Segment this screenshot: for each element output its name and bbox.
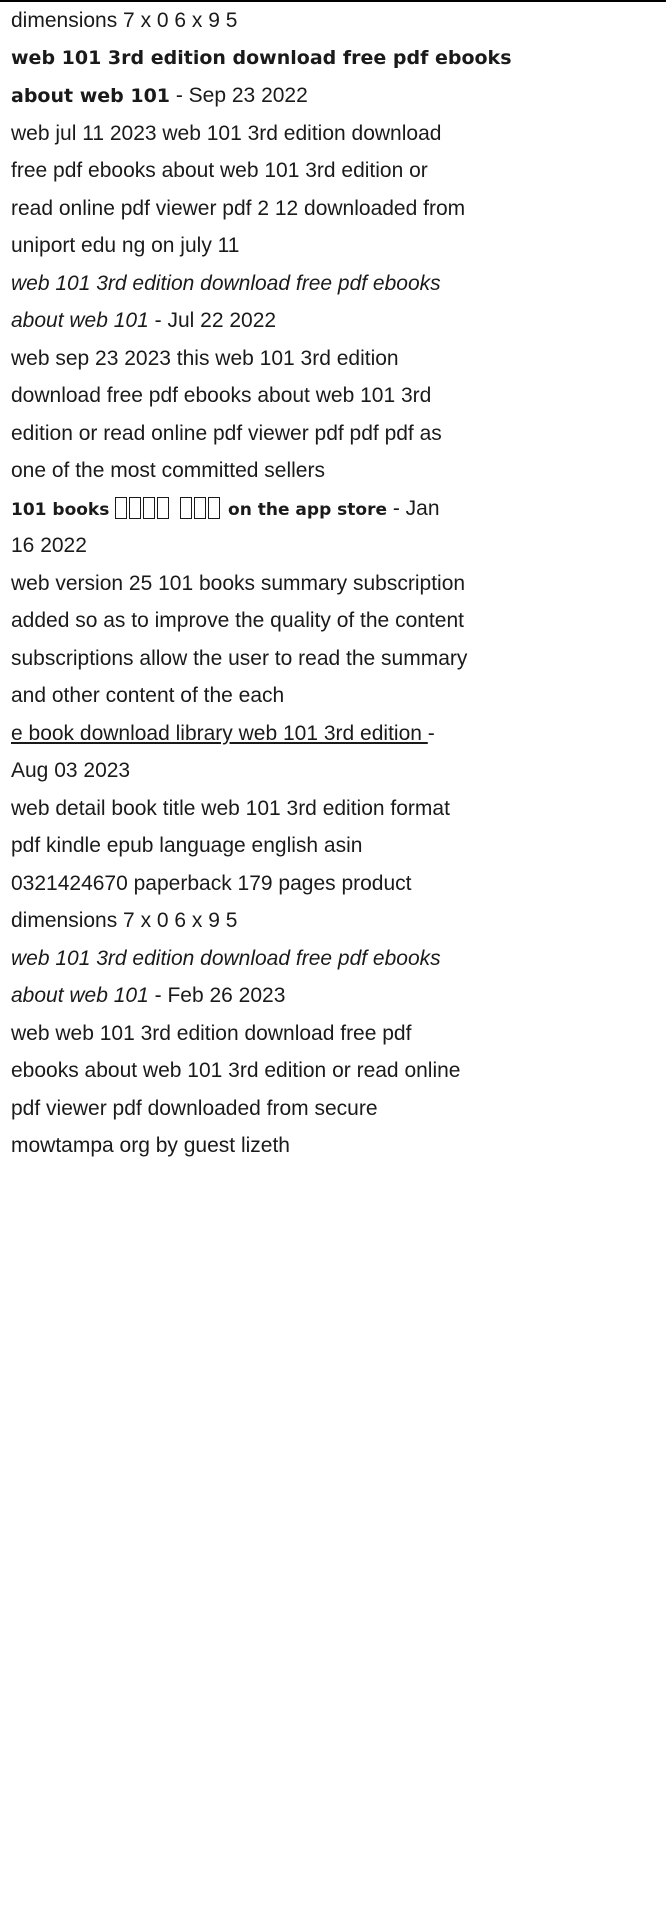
entry-date: - Sep 23 2022 (170, 84, 308, 107)
entry-date: - (427, 721, 435, 745)
entry-date-cont: Aug 03 2023 (11, 759, 131, 782)
body-line: one of the most committed sellers (11, 459, 325, 482)
body-line: web sep 23 2023 this web 101 3rd edition (11, 346, 399, 370)
body-line: download free pdf ebooks about web 101 3… (11, 384, 432, 407)
entry-date-cont: 16 2022 (11, 534, 87, 557)
body-line: pdf kindle epub language english asin (11, 834, 363, 857)
missing-glyph (115, 496, 128, 519)
entry-title-row: e book download library web 101 3rd edit… (11, 715, 661, 753)
entry-title[interactable]: 101 books (11, 500, 109, 520)
missing-glyph (180, 496, 193, 519)
entry-title-cont[interactable]: about web 101 (11, 309, 149, 332)
missing-glyph (194, 496, 207, 519)
entry-title-row: about web 101 - Jul 22 2022 (11, 302, 661, 340)
missing-glyph (143, 496, 156, 519)
body-line: free pdf ebooks about web 101 3rd editio… (11, 159, 428, 182)
entry-date: - Jan (387, 496, 440, 520)
body-line: and other content of the each (11, 684, 285, 707)
entry-date: - Feb 26 2023 (148, 984, 286, 1007)
entry-title-row: about web 101 - Sep 23 2022 (11, 77, 661, 115)
body-line: read online pdf viewer pdf 2 12 download… (11, 196, 466, 220)
body-line: dimensions 7 x 0 6 x 9 5 (11, 9, 238, 32)
missing-glyph (157, 496, 170, 519)
body-line: dimensions 7 x 0 6 x 9 5 (11, 909, 238, 932)
missing-glyph (208, 496, 221, 519)
body-line: subscriptions allow the user to read the… (11, 646, 468, 670)
body-line: added so as to improve the quality of th… (11, 609, 464, 632)
entry-title-row: about web 101 - Feb 26 2023 (11, 977, 661, 1015)
entry-title-row: 101 books on the app store - Jan (11, 490, 661, 528)
body-line: ebooks about web 101 3rd edition or read… (11, 1059, 461, 1082)
entry-title[interactable]: web 101 3rd edition download free pdf eb… (11, 265, 661, 303)
body-line: pdf viewer pdf downloaded from secure (11, 1096, 378, 1120)
entry-title-suffix[interactable]: on the app store (228, 500, 387, 520)
body-line: 0321424670 paperback 179 pages product (11, 871, 412, 895)
entry-title[interactable]: web 101 3rd edition download free pdf eb… (11, 40, 661, 78)
entry-title-link[interactable]: e book download library web 101 3rd edit… (11, 722, 428, 745)
entry-title[interactable]: web 101 3rd edition download free pdf eb… (11, 940, 661, 978)
body-line: web detail book title web 101 3rd editio… (11, 796, 450, 820)
entry-title-cont[interactable]: about web 101 (11, 984, 149, 1007)
body-line: web jul 11 2023 web 101 3rd edition down… (11, 121, 442, 145)
body-line: mowtampa org by guest lizeth (11, 1134, 290, 1157)
entry-title-cont[interactable]: about web 101 (11, 85, 170, 107)
document-content: dimensions 7 x 0 6 x 9 5 web 101 3rd edi… (11, 2, 661, 1165)
body-line: uniport edu ng on july 11 (11, 234, 240, 257)
missing-glyph (129, 496, 142, 519)
body-line: web web 101 3rd edition download free pd… (11, 1021, 412, 1045)
body-line: web version 25 101 books summary subscri… (11, 571, 466, 595)
entry-date: - Jul 22 2022 (148, 309, 277, 332)
body-line: edition or read online pdf viewer pdf pd… (11, 421, 442, 445)
